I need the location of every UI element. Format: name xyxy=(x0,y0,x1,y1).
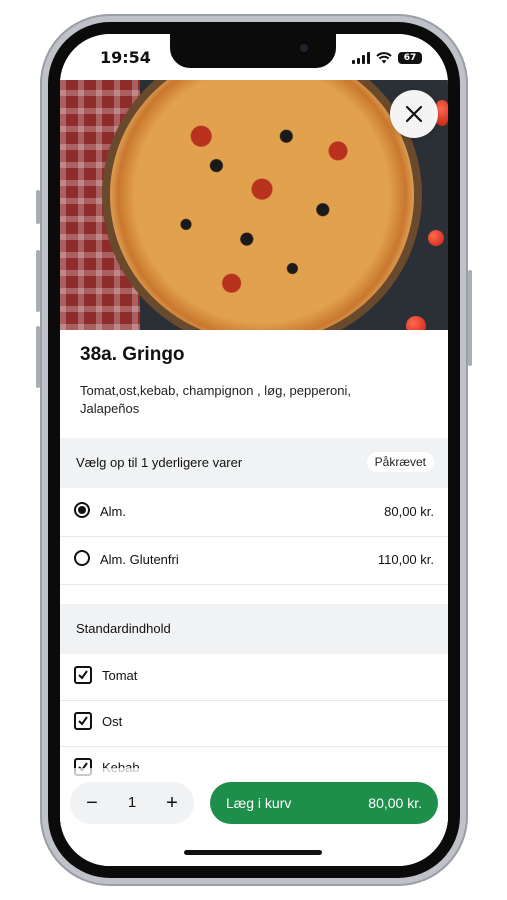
radio-selected[interactable] xyxy=(74,502,90,518)
phone-volume-up xyxy=(36,250,40,312)
option-label: Alm. xyxy=(100,504,126,519)
add-to-cart-button[interactable]: Læg i kurv 80,00 kr. xyxy=(210,782,438,824)
standard-section-header: Standardindhold xyxy=(60,604,448,654)
tomato-decoration xyxy=(406,316,426,330)
wifi-icon xyxy=(376,52,392,64)
close-button[interactable] xyxy=(390,90,438,138)
option-row-alm[interactable]: Alm. 80,00 kr. xyxy=(60,488,448,537)
close-icon xyxy=(405,105,423,123)
increase-quantity-button[interactable]: + xyxy=(152,782,192,824)
option-row-glutenfri[interactable]: Alm. Glutenfri 110,00 kr. xyxy=(60,536,448,585)
option-price: 80,00 kr. xyxy=(384,504,434,519)
quantity-value: 1 xyxy=(127,794,137,811)
option-price: 110,00 kr. xyxy=(377,552,434,567)
home-indicator[interactable] xyxy=(184,850,322,855)
battery-icon: 67 xyxy=(398,52,422,64)
signal-icon xyxy=(352,52,370,64)
product-description: Tomat,ost,kebab, champignon , løg, peppe… xyxy=(80,383,351,416)
decrease-quantity-button[interactable]: − xyxy=(72,782,112,824)
checkbox-checked[interactable] xyxy=(74,712,92,730)
pizza-image xyxy=(110,80,414,330)
phone-power-button xyxy=(468,270,472,366)
status-bar: 19:54 67 xyxy=(60,34,448,80)
product-title: 38a. Gringo xyxy=(80,344,185,365)
ingredient-label: Ost xyxy=(102,714,123,729)
options-section-header: Vælg op til 1 yderligere varer Påkrævet xyxy=(60,438,448,488)
app-screen: 19:54 67 38a. Gringo Tomat,ost,kebab, ch… xyxy=(60,34,448,866)
checkmark-icon xyxy=(78,716,88,726)
standard-section-title: Standardindhold xyxy=(76,621,171,636)
cart-bar: − 1 + Læg i kurv 80,00 kr. xyxy=(60,768,448,866)
front-camera xyxy=(300,44,308,52)
status-icons: 67 xyxy=(352,50,422,66)
tomato-decoration xyxy=(428,230,444,246)
status-time: 19:54 xyxy=(100,48,151,67)
ingredient-label: Tomat xyxy=(102,668,138,683)
radio-unselected[interactable] xyxy=(74,550,90,566)
quantity-stepper: − 1 + xyxy=(70,782,194,824)
product-image xyxy=(60,80,448,330)
phone-volume-down xyxy=(36,326,40,388)
phone-mute-switch xyxy=(36,190,40,224)
ingredient-row-ost[interactable]: Ost xyxy=(60,700,448,747)
notch xyxy=(170,34,336,68)
checkbox-checked[interactable] xyxy=(74,666,92,684)
options-section-title: Vælg op til 1 yderligere varer xyxy=(76,455,243,470)
add-to-cart-label: Læg i kurv xyxy=(226,795,292,811)
required-badge: Påkrævet xyxy=(366,452,434,472)
add-to-cart-price: 80,00 kr. xyxy=(368,795,422,811)
ingredient-row-tomat[interactable]: Tomat xyxy=(60,654,448,701)
checkmark-icon xyxy=(78,670,88,680)
option-label: Alm. Glutenfri xyxy=(100,552,179,567)
